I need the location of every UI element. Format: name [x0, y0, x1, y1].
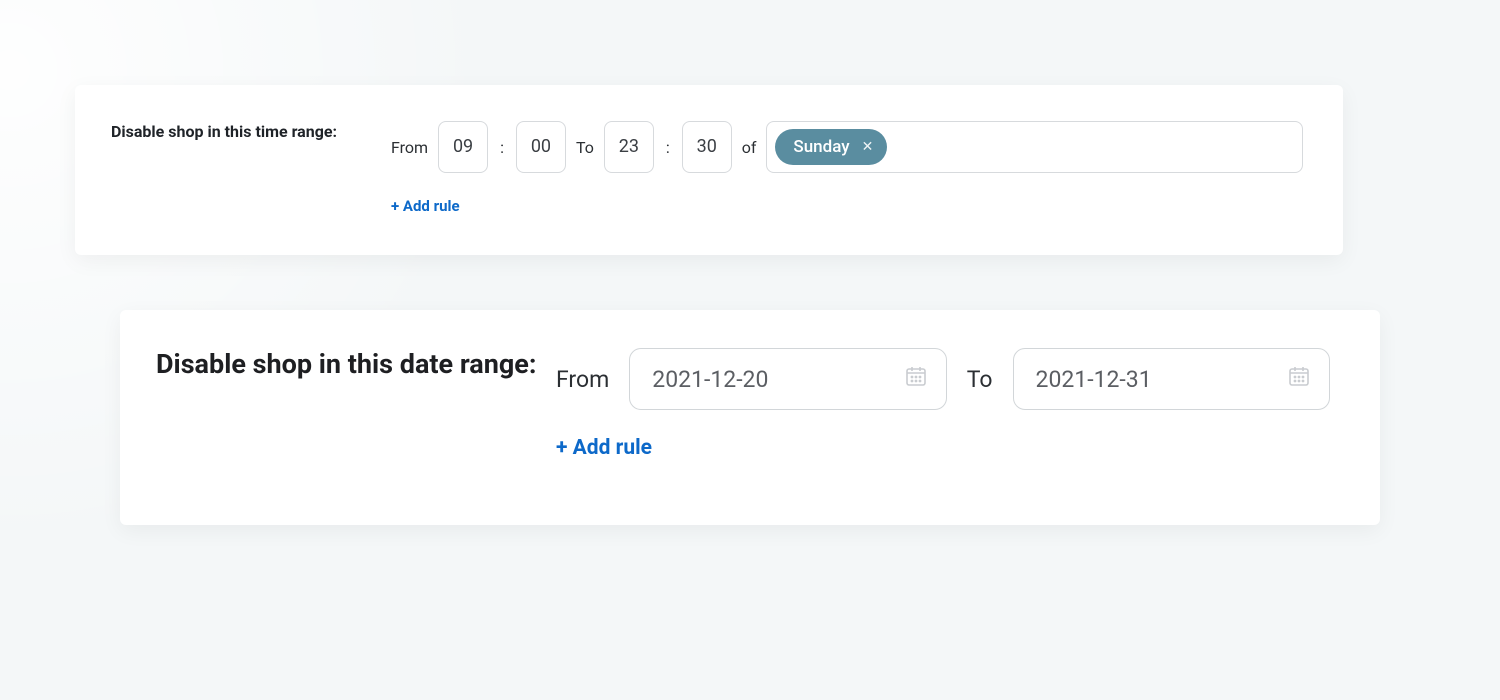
date-range-controls: From 2021-12-20: [556, 348, 1330, 460]
to-hour-input[interactable]: 23: [604, 121, 654, 173]
time-range-controls: From 09 : 00 To 23 : 30 of Sunday ✕ + Ad…: [391, 121, 1303, 215]
close-icon[interactable]: ✕: [862, 140, 874, 154]
from-label: From: [391, 138, 428, 157]
to-label: To: [576, 138, 594, 157]
time-range-label: Disable shop in this time range:: [111, 121, 391, 143]
time-range-card: Disable shop in this time range: From 09…: [75, 85, 1343, 255]
date-range-row: Disable shop in this date range: From 20…: [156, 348, 1330, 460]
day-tag[interactable]: Sunday ✕: [775, 129, 887, 165]
day-tag-label: Sunday: [793, 137, 849, 157]
from-minute-input[interactable]: 00: [516, 121, 566, 173]
time-colon: :: [664, 138, 672, 157]
date-range-line: From 2021-12-20: [556, 348, 1330, 410]
from-date-input[interactable]: 2021-12-20: [629, 348, 947, 410]
add-rule-button[interactable]: + Add rule: [556, 436, 1330, 460]
time-colon: :: [498, 138, 506, 157]
time-range-line: From 09 : 00 To 23 : 30 of Sunday ✕: [391, 121, 1303, 173]
to-date-input[interactable]: 2021-12-31: [1013, 348, 1331, 410]
days-select[interactable]: Sunday ✕: [766, 121, 1303, 173]
to-minute-input[interactable]: 30: [682, 121, 732, 173]
calendar-icon[interactable]: [1287, 364, 1311, 394]
from-hour-input[interactable]: 09: [438, 121, 488, 173]
to-date-label: To: [967, 366, 993, 393]
add-rule-button[interactable]: + Add rule: [391, 197, 1303, 215]
to-date-value: 2021-12-31: [1036, 366, 1152, 393]
date-range-label: Disable shop in this date range:: [156, 348, 556, 382]
calendar-icon[interactable]: [904, 364, 928, 394]
time-range-row: Disable shop in this time range: From 09…: [111, 121, 1303, 215]
date-range-card: Disable shop in this date range: From 20…: [120, 310, 1380, 525]
of-label: of: [742, 138, 757, 157]
from-date-value: 2021-12-20: [652, 366, 768, 393]
from-date-label: From: [556, 366, 609, 393]
